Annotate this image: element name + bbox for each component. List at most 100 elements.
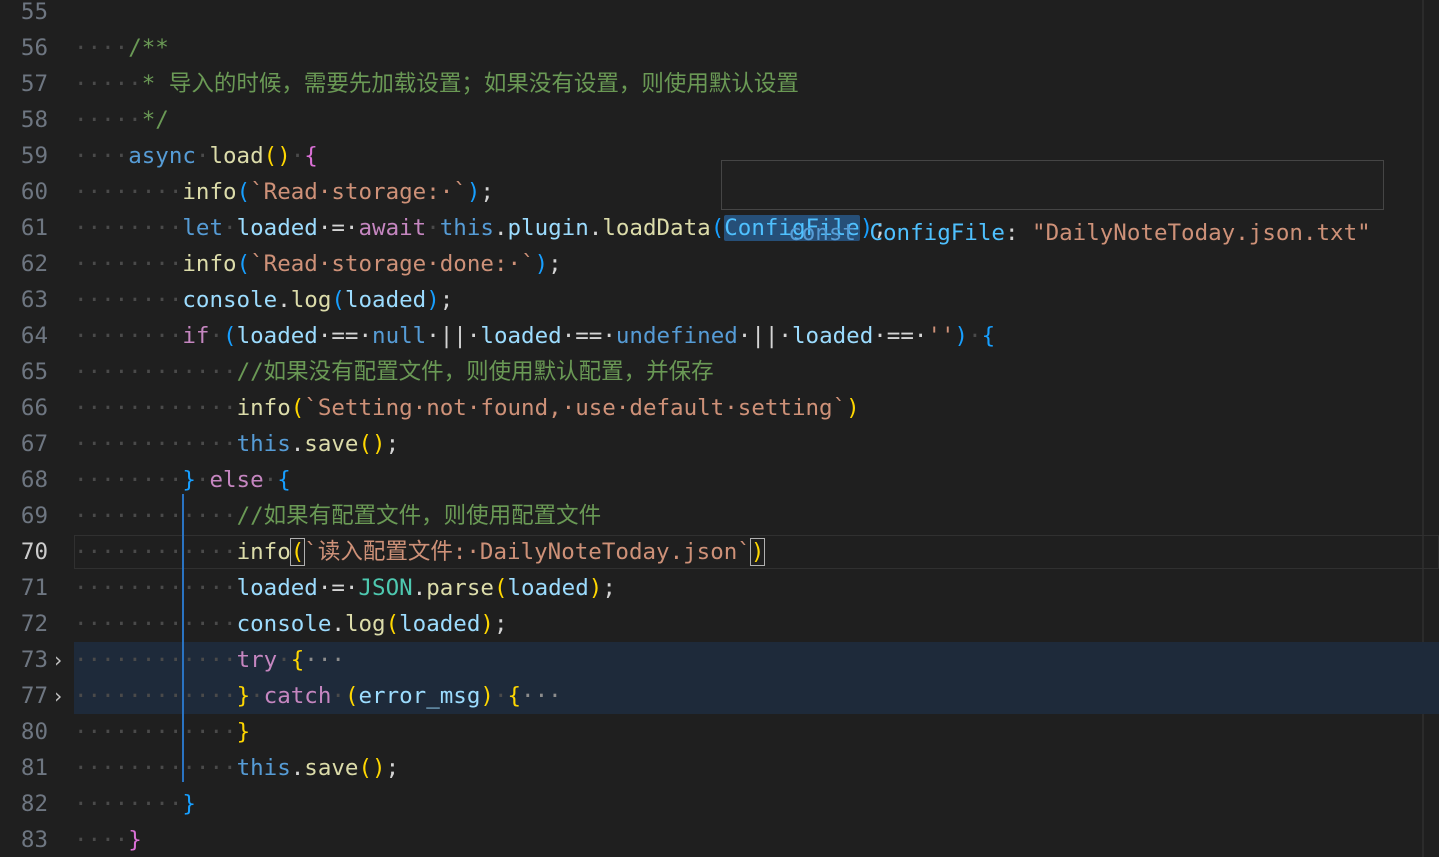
line-number: 58 xyxy=(20,107,48,133)
code-token: · xyxy=(277,647,291,673)
code-token: ; xyxy=(439,287,454,313)
code-content: ············//如果有配置文件，则使用配置文件 xyxy=(74,498,601,534)
code-token: ; xyxy=(493,611,508,637)
code-line[interactable]: 73 › ············try·{··· xyxy=(0,642,1439,678)
code-token: info xyxy=(236,395,291,421)
code-token: · xyxy=(968,323,982,349)
code-token: { xyxy=(277,467,291,493)
code-token: loadData xyxy=(602,215,711,241)
fold-chevron-icon[interactable]: › xyxy=(48,678,68,714)
code-token: } xyxy=(182,791,196,817)
line-number: 68 xyxy=(20,467,48,493)
code-line[interactable]: 57 ·····* 导入的时候，需要先加载设置；如果没有设置，则使用默认设置 xyxy=(0,66,1439,102)
code-token: ) xyxy=(749,538,766,566)
code-line[interactable]: 65 ············//如果没有配置文件，则使用默认配置，并保存 xyxy=(0,354,1439,390)
code-token: parse xyxy=(426,575,494,601)
code-line[interactable]: 71 ············loaded·=·JSON.parse(loaded… xyxy=(0,570,1439,606)
code-line[interactable]: 55 xyxy=(0,0,1439,30)
indent-whitespace: ············ xyxy=(74,431,237,457)
code-token: `Setting·not·found,·use·default·setting` xyxy=(304,395,847,421)
code-content: ········} xyxy=(74,786,196,822)
indent-whitespace: ············ xyxy=(74,755,237,781)
line-number: 65 xyxy=(20,359,48,385)
code-token: } xyxy=(128,827,142,853)
line-number: 61 xyxy=(20,215,48,241)
code-token: . xyxy=(412,575,427,601)
indent-whitespace: ········ xyxy=(74,251,183,277)
code-token: `读入配置文件:·DailyNoteToday.json` xyxy=(304,539,751,565)
code-content: ········}·else·{ xyxy=(74,462,291,498)
line-number: 69 xyxy=(20,503,48,529)
code-token: ( xyxy=(331,287,345,313)
code-token: ( xyxy=(290,395,305,421)
code-token: . xyxy=(277,287,291,313)
code-line[interactable]: 68 ········}·else·{ xyxy=(0,462,1439,498)
code-line[interactable]: 64 ········if·(loaded·==·null·||·loaded·=… xyxy=(0,318,1439,354)
code-token: //如果没有配置文件，则使用默认配置，并保存 xyxy=(236,359,714,385)
fold-chevron-icon[interactable]: › xyxy=(48,642,68,678)
indent-whitespace: ············ xyxy=(74,683,237,709)
code-token: { xyxy=(507,683,522,709)
indent-whitespace: ···· xyxy=(74,827,129,853)
code-token: ( xyxy=(223,323,237,349)
code-token: ·==· xyxy=(561,323,616,349)
code-token: save xyxy=(304,431,359,457)
code-line[interactable]: 80 ············} xyxy=(0,714,1439,750)
code-content: ············loaded·=·JSON.parse(loaded); xyxy=(74,570,616,606)
line-number: 57 xyxy=(20,71,48,97)
code-token: ; xyxy=(548,251,562,277)
code-token: this xyxy=(236,755,291,781)
code-token: this xyxy=(439,215,494,241)
code-line[interactable]: 58 ·····*/ xyxy=(0,102,1439,138)
code-token: { xyxy=(290,647,305,673)
code-line[interactable]: 69 ············//如果有配置文件，则使用配置文件 xyxy=(0,498,1439,534)
code-token: · xyxy=(195,467,210,493)
indent-whitespace: ········ xyxy=(74,467,183,493)
indent-whitespace: ············ xyxy=(74,359,237,385)
code-token: load xyxy=(209,143,264,169)
code-line[interactable]: 72 ············console.log(loaded); xyxy=(0,606,1439,642)
code-content: ············this.save(); xyxy=(74,750,399,786)
code-content: ············info(`Setting·not·found,·use… xyxy=(74,390,860,426)
code-token: ) xyxy=(534,251,549,277)
code-line[interactable]: 83 ····} xyxy=(0,822,1439,857)
line-number: 80 xyxy=(20,719,48,745)
code-line[interactable]: 66 ············info(`Setting·not·found,·u… xyxy=(0,390,1439,426)
code-editor[interactable]: 55 56 ····/** 57 ·····* 导入的时候，需要先加载设置；如果没有设置… xyxy=(0,0,1439,857)
indent-whitespace: ····· xyxy=(74,71,142,97)
line-number: 62 xyxy=(20,251,48,277)
code-line[interactable]: 82 ········} xyxy=(0,786,1439,822)
code-line[interactable]: 81 ············this.save(); xyxy=(0,750,1439,786)
line-number: 59 xyxy=(20,143,48,169)
code-token: · xyxy=(209,323,224,349)
code-content: ············} xyxy=(74,714,250,750)
code-token: ·==· xyxy=(873,323,928,349)
code-token: `Read·storage:·` xyxy=(250,179,467,205)
code-token: error_msg xyxy=(358,683,481,709)
code-token: ·=· xyxy=(317,575,359,601)
code-token: loaded xyxy=(344,287,427,313)
code-line[interactable]: 63 ········console.log(loaded); xyxy=(0,282,1439,318)
code-line[interactable]: 56 ····/** xyxy=(0,30,1439,66)
code-token: ·==· xyxy=(317,323,373,349)
code-content: ········if·(loaded·==·null·||·loaded·==·… xyxy=(74,318,995,354)
indent-whitespace: ········ xyxy=(74,179,183,205)
code-token: ··· xyxy=(521,683,562,709)
indent-whitespace: ············ xyxy=(74,503,237,529)
line-number: 56 xyxy=(20,35,48,61)
code-content: ············info(`读入配置文件:·DailyNoteToday… xyxy=(74,534,766,570)
indent-whitespace: ············ xyxy=(74,539,237,565)
code-token: ·=· xyxy=(317,215,359,241)
line-number: 66 xyxy=(20,395,48,421)
code-token: ( xyxy=(236,251,251,277)
code-token: · xyxy=(331,683,345,709)
code-content: ····async·load()·{ xyxy=(74,138,318,174)
code-line[interactable]: 70 ············info(`读入配置文件:·DailyNoteTod… xyxy=(0,534,1439,570)
line-number: 63 xyxy=(20,287,48,313)
code-token: ( xyxy=(385,611,400,637)
code-token: loaded xyxy=(236,323,318,349)
code-token: `Read·storage·done:·` xyxy=(250,251,535,277)
code-line[interactable]: 67 ············this.save(); xyxy=(0,426,1439,462)
code-token: { xyxy=(981,323,996,349)
code-line[interactable]: 77 › ············}·catch·(error_msg)·{··· xyxy=(0,678,1439,714)
